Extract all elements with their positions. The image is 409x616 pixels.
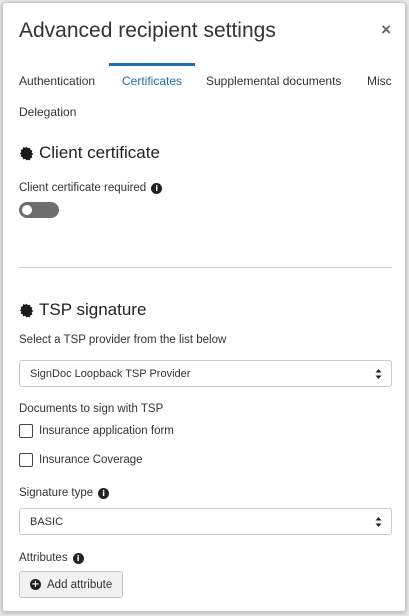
- client-certificate-required-toggle[interactable]: [19, 202, 59, 218]
- add-attribute-label: Add attribute: [47, 578, 113, 591]
- info-icon[interactable]: i: [72, 552, 84, 564]
- tab-misc[interactable]: Misc: [367, 74, 392, 88]
- tsp-provider-selected: SignDoc Loopback TSP Provider: [30, 367, 191, 380]
- tsp-signature-heading: TSP signature: [19, 300, 146, 320]
- tab-authentication[interactable]: Authentication: [19, 74, 95, 88]
- document-label: Insurance application form: [39, 425, 174, 437]
- signature-type-text: Signature type: [19, 487, 94, 499]
- seal-icon: [19, 146, 34, 161]
- info-icon[interactable]: i: [151, 182, 163, 194]
- toggle-knob: [22, 205, 32, 215]
- attributes-label: Attributes i: [19, 552, 84, 564]
- documents-to-sign-label: Documents to sign with TSP: [19, 403, 164, 415]
- active-tab-indicator: [109, 63, 195, 66]
- insurance-application-form-checkbox[interactable]: [19, 424, 33, 438]
- client-certificate-heading: Client certificate: [19, 143, 160, 163]
- tab-supplemental-documents[interactable]: Supplemental documents: [206, 74, 341, 88]
- sort-caret-icon: [375, 368, 382, 380]
- signature-type-label: Signature type i: [19, 487, 110, 499]
- add-attribute-button[interactable]: + Add attribute: [19, 571, 124, 598]
- client-certificate-heading-text: Client certificate: [39, 143, 160, 162]
- attributes-text: Attributes: [19, 552, 68, 564]
- tab-certificates[interactable]: Certificates: [122, 74, 182, 88]
- document-checkbox-row: Insurance Coverage: [19, 453, 143, 467]
- seal-icon: [19, 303, 34, 318]
- signature-type-selected: BASIC: [30, 515, 64, 528]
- tsp-provider-select[interactable]: SignDoc Loopback TSP Provider: [19, 360, 392, 387]
- document-label: Insurance Coverage: [39, 454, 143, 466]
- client-certificate-required-text: Client certificate required: [19, 182, 147, 194]
- plus-circle-icon: +: [30, 578, 41, 590]
- dialog-title: Advanced recipient settings: [19, 19, 276, 42]
- tsp-signature-heading-text: TSP signature: [39, 300, 147, 319]
- insurance-coverage-checkbox[interactable]: [19, 453, 33, 467]
- tsp-provider-label: Select a TSP provider from the list belo…: [19, 334, 227, 346]
- close-icon[interactable]: ×: [381, 21, 391, 38]
- document-checkbox-row: Insurance application form: [19, 424, 174, 438]
- tab-delegation[interactable]: Delegation: [19, 105, 76, 119]
- advanced-recipient-settings-dialog: Advanced recipient settings × Authentica…: [2, 2, 406, 612]
- sort-caret-icon: [375, 516, 382, 528]
- client-certificate-required-label: Client certificate required i: [19, 182, 163, 194]
- signature-type-select[interactable]: BASIC: [19, 508, 392, 535]
- info-icon[interactable]: i: [98, 487, 110, 499]
- tab-bar: Authentication Certificates Supplemental…: [3, 63, 405, 133]
- section-divider: [19, 267, 392, 268]
